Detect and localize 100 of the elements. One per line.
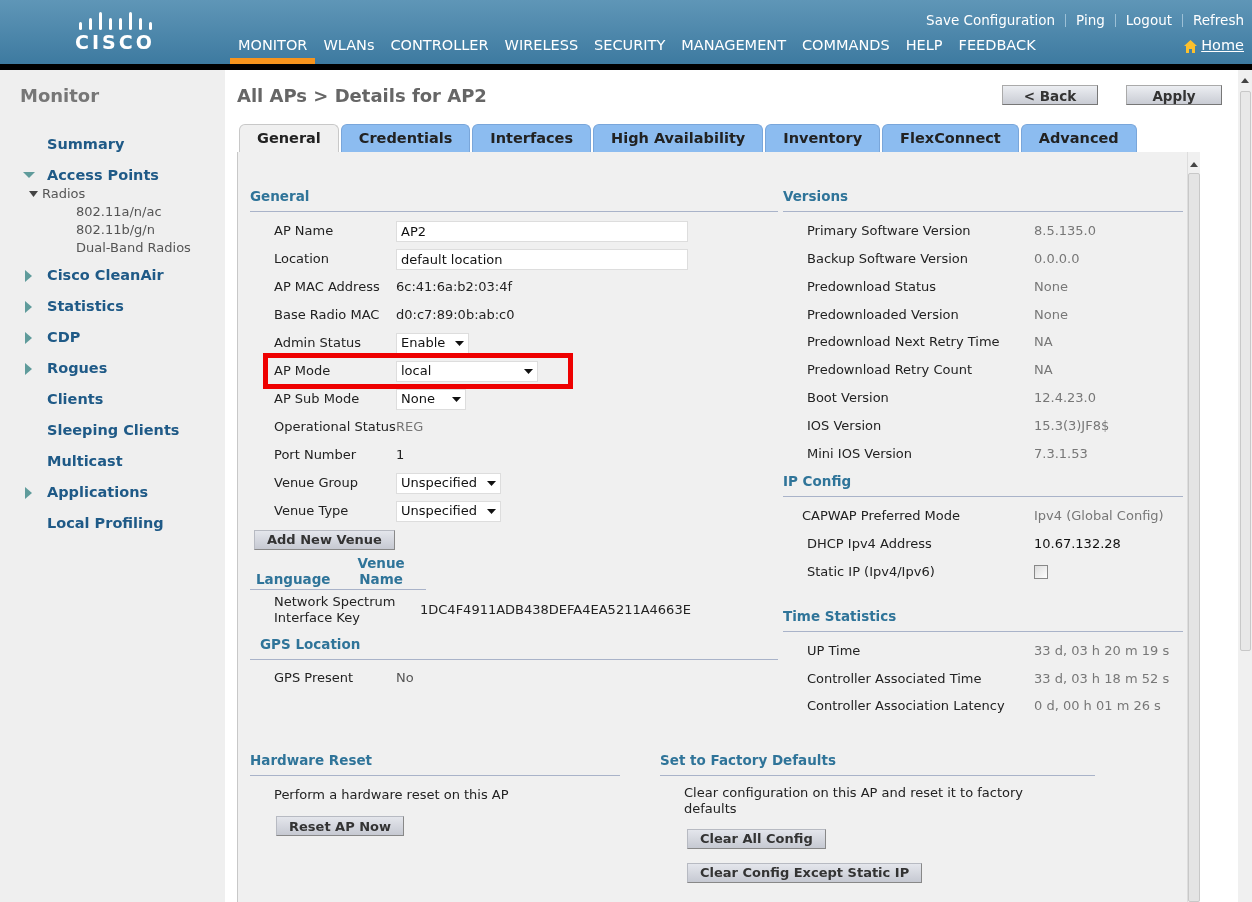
field-label: DHCP Ipv4 Address: [806, 535, 933, 554]
field-label: Network Spectrum Interface Key: [273, 594, 397, 626]
field-value: d0:c7:89:0b:ab:c0: [396, 306, 515, 325]
field-value: None: [1034, 305, 1068, 324]
triangle-down-icon[interactable]: [29, 190, 38, 197]
field-label: GPS Present: [273, 669, 355, 688]
scroll-up-icon[interactable]: [1241, 78, 1249, 83]
header-link[interactable]: Save Configuration: [926, 10, 1056, 31]
field-value: 8.5.135.0: [1034, 222, 1097, 241]
field-value: 0.0.0.0: [1034, 249, 1080, 268]
field-value: Ipv4 (Global Config): [1034, 507, 1164, 526]
field-label: Controller Associated Time: [806, 669, 983, 688]
caret-icon: [487, 508, 496, 514]
field-label: Port Number: [273, 446, 358, 465]
clear-config-button[interactable]: Clear Config Except Static IP: [687, 862, 923, 883]
add-venue-button[interactable]: Add New Venue: [254, 529, 395, 550]
field-label: Static IP (Ipv4/Ipv6): [806, 562, 936, 581]
field-label: Location: [273, 250, 330, 269]
dropdown[interactable]: Enable: [396, 332, 470, 354]
field-label: Base Radio MAC: [273, 306, 381, 325]
dropdown[interactable]: Unspecified: [396, 500, 501, 522]
section-title: Versions: [783, 188, 849, 204]
tab[interactable]: General: [239, 124, 339, 152]
tab[interactable]: Advanced: [1020, 124, 1137, 152]
sidebar-subitem[interactable]: Dual-Band Radios: [0, 238, 225, 256]
sidebar-item[interactable]: Cisco CleanAir: [47, 264, 164, 287]
sidebar-item[interactable]: Sleeping Clients: [47, 419, 180, 442]
field-value: REG: [396, 418, 424, 437]
nav-tab[interactable]: HELP: [897, 34, 951, 64]
field-value: 12.4.23.0: [1034, 388, 1097, 407]
tab[interactable]: FlexConnect: [882, 124, 1019, 152]
tab[interactable]: High Availability: [593, 124, 764, 152]
field-label: Predownloaded Version: [806, 305, 960, 324]
sidebar-item[interactable]: Clients: [47, 388, 104, 411]
sidebar-item[interactable]: Rogues: [47, 357, 108, 380]
nav-tab[interactable]: WIRELESS: [496, 34, 587, 64]
header-link[interactable]: Ping: [1076, 10, 1105, 31]
field-value: 15.3(3)JF8$: [1034, 416, 1110, 435]
toolbar-button[interactable]: < Back: [1002, 85, 1098, 105]
reset-button[interactable]: Reset AP Now: [276, 816, 405, 837]
sidebar-item[interactable]: Multicast: [47, 450, 123, 473]
clear-config-button[interactable]: Clear All Config: [687, 828, 826, 849]
section-title: Hardware Reset: [250, 751, 373, 768]
field-value: No: [396, 669, 414, 688]
field-label: Controller Association Latency: [806, 697, 1006, 716]
section-title: General: [250, 188, 310, 204]
sidebar-subitem[interactable]: 802.11a/n/ac: [0, 202, 225, 220]
field-value: NA: [1034, 333, 1053, 352]
text-field[interactable]: AP2: [396, 220, 688, 242]
breadcrumb: All APs > Details for AP2: [237, 83, 487, 108]
sidebar-subitem[interactable]: 802.11b/g/n: [0, 220, 225, 238]
field-label: CAPWAP Preferred Mode: [801, 507, 962, 526]
nav-tab[interactable]: WLANs: [315, 34, 383, 64]
home-icon[interactable]: [1184, 39, 1198, 53]
field-label: Primary Software Version: [806, 222, 972, 241]
field-value: 7.3.1.53: [1034, 444, 1088, 463]
scroll-up-icon[interactable]: [1190, 162, 1198, 167]
description: Clear configuration on this AP and reset it to factory defaults: [683, 784, 1024, 817]
sidebar-item[interactable]: CDP: [47, 326, 81, 349]
tab[interactable]: Interfaces: [472, 124, 592, 152]
logo-text: CISCO: [75, 33, 155, 52]
scrollbar-thumb[interactable]: [1239, 91, 1251, 651]
field-value: 6c:41:6a:b2:03:4f: [396, 278, 512, 297]
field-value: 1DC4F4911ADB438DEFA4EA5211A4663E: [420, 601, 691, 620]
sidebar-item[interactable]: Local Profiling: [47, 512, 164, 535]
caret-icon: [452, 396, 461, 402]
nav-tab[interactable]: CONTROLLER: [382, 34, 497, 64]
field-label: AP Sub Mode: [273, 390, 361, 409]
sidebar-item[interactable]: Summary: [47, 133, 125, 156]
sidebar-item[interactable]: Statistics: [47, 295, 124, 318]
section-title: Time Statistics: [783, 607, 897, 624]
text-field[interactable]: default location: [396, 248, 688, 270]
toolbar-button[interactable]: Apply: [1126, 85, 1222, 105]
sidebar-item[interactable]: Applications: [47, 481, 149, 504]
field-label: AP MAC Address: [273, 278, 381, 297]
field-label: Predownload Status: [806, 277, 938, 296]
dropdown[interactable]: local: [396, 360, 538, 382]
nav-tab[interactable]: FEEDBACK: [950, 34, 1044, 64]
caret-icon: [487, 480, 496, 486]
home-link[interactable]: Home: [1201, 35, 1244, 57]
field-label: Predownload Next Retry Time: [806, 333, 1001, 352]
nav-tab[interactable]: MANAGEMENT: [673, 34, 794, 64]
dropdown[interactable]: None: [396, 388, 466, 410]
field-label: Predownload Retry Count: [806, 361, 973, 380]
header-link[interactable]: Logout: [1125, 10, 1172, 31]
dropdown[interactable]: Unspecified: [396, 472, 501, 494]
field-value: 33 d, 03 h 18 m 52 s: [1034, 669, 1170, 688]
field-label: Operational Status: [273, 418, 396, 437]
tab[interactable]: Credentials: [340, 124, 471, 152]
checkbox[interactable]: [1034, 564, 1048, 579]
section-title: IP Config: [783, 473, 852, 490]
header-link[interactable]: Refresh: [1193, 10, 1244, 31]
field-value: NA: [1034, 361, 1053, 380]
nav-tab[interactable]: SECURITY: [586, 34, 674, 64]
caret-icon: [455, 340, 465, 346]
tab[interactable]: Inventory: [765, 124, 881, 152]
field-value: 0 d, 00 h 01 m 26 s: [1034, 697, 1161, 716]
nav-tab[interactable]: COMMANDS: [794, 34, 898, 64]
field-label: IOS Version: [806, 416, 883, 435]
caret-icon: [524, 368, 533, 374]
